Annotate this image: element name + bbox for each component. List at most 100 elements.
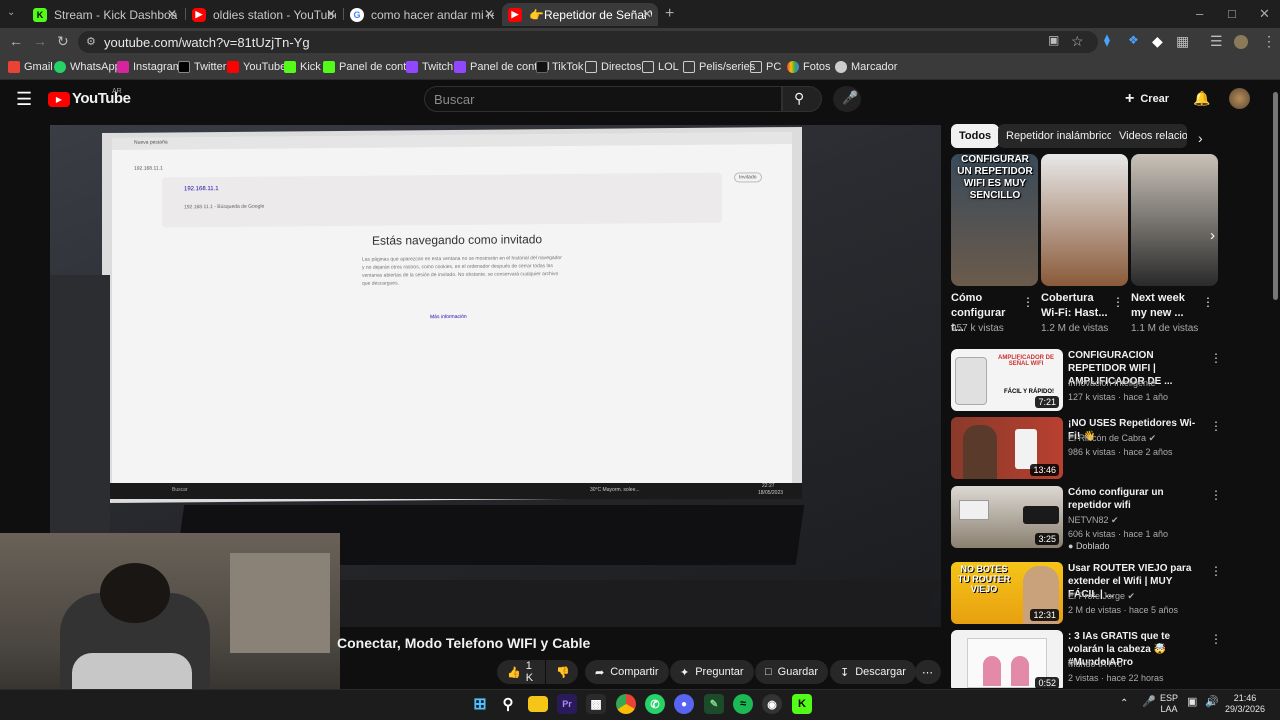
chrome-icon[interactable] xyxy=(616,694,636,714)
search-input[interactable] xyxy=(424,86,782,112)
extension-icon[interactable]: ❖ xyxy=(1128,33,1139,47)
volume-icon[interactable]: 🔊 xyxy=(1205,697,1219,708)
close-icon[interactable]: ✕ xyxy=(167,7,177,21)
bookmark-marcador[interactable]: Marcador xyxy=(835,61,897,73)
youtube-logo-icon[interactable]: ▶ xyxy=(48,92,70,107)
bookmark-whatsapp[interactable]: WhatsApp xyxy=(54,61,121,73)
language-indicator[interactable]: ESP LAA xyxy=(1160,693,1178,715)
notifications-bell-icon[interactable]: 🔔 xyxy=(1193,90,1210,107)
system-clock[interactable]: 21:46 29/3/2026 xyxy=(1225,693,1265,715)
extensions-puzzle-icon[interactable]: ▦ xyxy=(1176,33,1189,50)
recommendation-title[interactable]: Cómo configurar un repetidor wifi xyxy=(1068,486,1203,512)
tab-kick[interactable]: K Stream - Kick Dashboard ✕ xyxy=(27,3,183,26)
bookmark-gmail[interactable]: Gmail xyxy=(8,61,53,73)
bookmark-folder-pelis[interactable]: Pelis/series xyxy=(683,61,755,73)
create-button[interactable]: + Crear xyxy=(1125,88,1169,110)
bookmark-twitter[interactable]: Twitter xyxy=(178,61,226,73)
tab-search-icon[interactable]: ⌄ xyxy=(7,7,15,18)
minimize-button[interactable]: – xyxy=(1196,6,1203,21)
recommendation-item[interactable]: AMPLIFICADOR DE SEÑAL WIFI FÁCIL Y RÁPID… xyxy=(951,349,1271,411)
windows-start-icon[interactable]: ⊞ xyxy=(470,694,490,714)
save-button[interactable]: □ Guardar xyxy=(755,660,829,684)
new-tab-button[interactable]: + xyxy=(665,5,674,23)
recommendation-thumbnail[interactable]: AMPLIFICADOR DE SEÑAL WIFI FÁCIL Y RÁPID… xyxy=(951,349,1063,411)
bookmark-instagram[interactable]: Instagram xyxy=(117,61,182,73)
chip-todos[interactable]: Todos xyxy=(951,124,1000,148)
hamburger-menu-icon[interactable]: ☰ xyxy=(16,89,32,110)
recommendation-channel[interactable]: Mundo IA Pro xyxy=(1068,659,1123,669)
bookmark-folder-pc[interactable]: PC xyxy=(750,61,781,73)
short-title[interactable]: Next week my new ... xyxy=(1131,291,1201,321)
file-explorer-icon[interactable] xyxy=(528,696,548,712)
recommendation-channel-row[interactable]: NETVN82 ✔ xyxy=(1068,515,1119,526)
premiere-pro-icon[interactable]: Pr xyxy=(557,694,577,714)
close-icon[interactable]: ✕ xyxy=(642,7,652,21)
short-menu-dots-icon[interactable]: ⋮ xyxy=(1112,295,1124,309)
profile-avatar[interactable] xyxy=(1234,35,1248,49)
tab-oldies-station[interactable]: ▶ oldies station - YouTube ✕ xyxy=(186,3,342,26)
extension-icon[interactable]: ◆ xyxy=(1152,33,1163,50)
recommendation-thumbnail[interactable]: 3:25 xyxy=(951,486,1063,548)
bookmark-fotos[interactable]: Fotos xyxy=(787,61,831,73)
url-text[interactable]: youtube.com/watch?v=81tUzjTn-Yg xyxy=(104,35,310,50)
more-actions-button[interactable]: ⋯ xyxy=(915,660,941,684)
recommendation-menu-dots-icon[interactable]: ⋮ xyxy=(1210,351,1222,365)
bookmark-star-icon[interactable]: ☆ xyxy=(1071,33,1084,50)
bookmark-panel-kick[interactable]: Panel de control xyxy=(323,61,419,73)
chip-repetidor[interactable]: Repetidor inalámbrico xyxy=(998,124,1121,148)
shorts-next-chevron-icon[interactable]: › xyxy=(1210,227,1215,244)
bookmark-kick[interactable]: Kick xyxy=(284,61,321,73)
share-button[interactable]: ➦ Compartir xyxy=(585,660,669,684)
dislike-button[interactable]: 👎 xyxy=(546,660,578,684)
recommendation-item[interactable]: 3:25 Cómo configurar un repetidor wifi N… xyxy=(951,486,1271,551)
chip-videos-relacionados[interactable]: Videos relacio xyxy=(1111,124,1187,148)
install-app-icon[interactable]: ▣ xyxy=(1048,33,1059,47)
tab-repetidor-active[interactable]: ▶ 👉Repetidor de Señal WIFI, Co ✕ xyxy=(502,3,658,26)
recommendation-thumbnail[interactable]: 13:46 xyxy=(951,417,1063,479)
close-window-button[interactable]: ✕ xyxy=(1259,6,1270,22)
reading-list-icon[interactable]: ☰ xyxy=(1210,33,1223,50)
notepad-icon[interactable]: ✎ xyxy=(704,694,724,714)
tray-chevron-icon[interactable]: ⌃ xyxy=(1120,698,1128,709)
recommendation-item[interactable]: 13:46 ¡NO USES Repetidores Wi-Fi! 👋 El R… xyxy=(951,417,1271,479)
page-scrollbar-thumb[interactable] xyxy=(1273,92,1278,300)
extension-icon[interactable]: ⧫ xyxy=(1104,33,1110,47)
bookmark-twitch[interactable]: Twitch xyxy=(406,61,453,73)
close-icon[interactable]: ✕ xyxy=(484,7,494,21)
discord-icon[interactable]: ● xyxy=(674,694,694,714)
site-info-icon[interactable]: ⚙ xyxy=(86,35,96,48)
recommendation-item[interactable]: 0:52 : 3 IAs GRATIS que te volarán la ca… xyxy=(951,630,1271,688)
recommendation-menu-dots-icon[interactable]: ⋮ xyxy=(1210,632,1222,646)
search-button[interactable]: ⚲ xyxy=(782,86,822,112)
short-menu-dots-icon[interactable]: ⋮ xyxy=(1202,295,1214,309)
voice-search-button[interactable]: 🎤 xyxy=(833,86,861,112)
recommendation-menu-dots-icon[interactable]: ⋮ xyxy=(1210,564,1222,578)
bookmark-tiktok[interactable]: TikTok xyxy=(536,61,583,73)
forward-arrow-icon[interactable]: → xyxy=(33,33,47,49)
whatsapp-icon[interactable]: ✆ xyxy=(645,694,665,714)
like-button[interactable]: 👍 1 K xyxy=(497,660,545,684)
kick-app-icon[interactable]: K xyxy=(792,694,812,714)
short-thumb-2[interactable] xyxy=(1041,154,1128,286)
reload-icon[interactable]: ↻ xyxy=(57,33,69,50)
short-title[interactable]: Cobertura Wi-Fi: Hast... xyxy=(1041,291,1111,321)
maximize-button[interactable]: □ xyxy=(1228,6,1236,21)
tab-google-search[interactable]: G como hacer andar mi repetidor ✕ xyxy=(344,3,500,26)
recommendation-channel[interactable]: Innovacion Inteligente xyxy=(1068,378,1156,388)
recommendation-menu-dots-icon[interactable]: ⋮ xyxy=(1210,488,1222,502)
bookmark-folder-directos[interactable]: Directos xyxy=(585,61,641,73)
short-menu-dots-icon[interactable]: ⋮ xyxy=(1022,295,1034,309)
back-arrow-icon[interactable]: ← xyxy=(9,33,23,49)
bookmark-folder-lol[interactable]: LOL xyxy=(642,61,679,73)
recommendation-thumbnail[interactable]: NO BOTES TU ROUTER VIEJO 12:31 xyxy=(951,562,1063,624)
taskbar-search-icon[interactable]: ⚲ xyxy=(498,694,518,714)
tray-mic-icon[interactable]: 🎤 xyxy=(1142,697,1156,708)
chevron-right-icon[interactable]: › xyxy=(1198,130,1203,146)
recommendation-menu-dots-icon[interactable]: ⋮ xyxy=(1210,419,1222,433)
capcut-icon[interactable]: ▩ xyxy=(586,694,606,714)
bookmark-youtube[interactable]: YouTube xyxy=(227,61,286,73)
recommendation-channel-row[interactable]: El Rincón de Cabra ✔ xyxy=(1068,433,1156,444)
recommendation-thumbnail[interactable]: 0:52 xyxy=(951,630,1063,688)
recommendation-item[interactable]: NO BOTES TU ROUTER VIEJO 12:31 Usar ROUT… xyxy=(951,562,1271,624)
download-button[interactable]: ↧ Descargar xyxy=(830,660,916,684)
